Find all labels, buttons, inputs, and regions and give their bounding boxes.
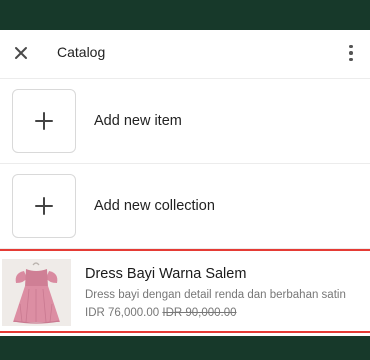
add-new-collection-label: Add new collection [94, 198, 215, 214]
catalog-panel: Catalog Add new item Add new collection [0, 30, 370, 336]
product-list-item[interactable]: Dress Bayi Warna Salem Dress bayi dengan… [0, 249, 370, 333]
product-name: Dress Bayi Warna Salem [85, 266, 247, 282]
product-description: Dress bayi dengan detail renda dan berba… [85, 289, 346, 301]
catalog-header: Catalog [0, 30, 370, 79]
close-button[interactable] [10, 42, 32, 64]
more-vertical-icon [349, 44, 353, 49]
add-new-item-label: Add new item [94, 113, 182, 129]
page-title: Catalog [57, 44, 106, 60]
product-thumbnail [2, 259, 71, 326]
dress-image [2, 259, 71, 326]
plus-icon [35, 112, 53, 130]
add-new-item-button[interactable]: Add new item [0, 79, 370, 164]
add-collection-plus-box [12, 174, 76, 238]
plus-icon [35, 197, 53, 215]
product-price-row: IDR 76,000.00 IDR 90,000.00 [85, 307, 237, 319]
product-original-price: IDR 90,000.00 [162, 307, 237, 319]
close-icon [15, 47, 27, 59]
add-new-collection-button[interactable]: Add new collection [0, 164, 370, 249]
more-options-button[interactable] [346, 42, 356, 64]
add-item-plus-box [12, 89, 76, 153]
product-price: IDR 76,000.00 [85, 307, 160, 319]
